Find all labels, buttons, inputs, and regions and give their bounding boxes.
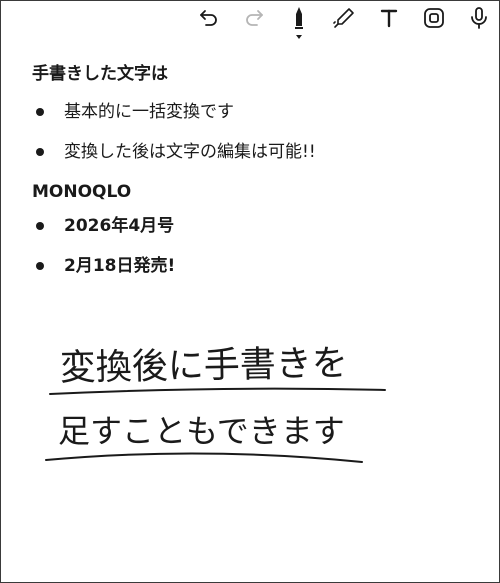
section-heading-2: MONOQLO bbox=[32, 182, 132, 202]
text-tool-button[interactable] bbox=[374, 3, 404, 33]
pencil-icon bbox=[333, 8, 354, 28]
note-content[interactable]: 手書きした文字は 基本的に一括変換です 変換した後は文字の編集は可能!! MON… bbox=[32, 60, 472, 292]
pen-icon bbox=[295, 7, 303, 29]
bullet-list-2: 2026年4月号 2月18日発売! bbox=[32, 212, 472, 292]
toolbar bbox=[179, 0, 494, 39]
text-icon bbox=[380, 9, 398, 28]
list-item: 2月18日発売! bbox=[32, 252, 472, 292]
bullet-list-1: 基本的に一括変換です 変換した後は文字の編集は可能!! bbox=[32, 98, 472, 178]
handwriting-line-1: 変換後に手書きを bbox=[59, 343, 348, 389]
lasso-icon bbox=[424, 8, 444, 28]
list-item: 変換した後は文字の編集は可能!! bbox=[32, 138, 472, 178]
pen-tool-button[interactable] bbox=[284, 3, 314, 39]
undo-button[interactable] bbox=[194, 3, 224, 33]
pencil-tool-button[interactable] bbox=[329, 3, 359, 33]
section-heading-1: 手書きした文字は bbox=[32, 64, 168, 84]
lasso-tool-button[interactable] bbox=[419, 3, 449, 33]
list-item: 基本的に一括変換です bbox=[32, 98, 472, 138]
redo-button[interactable] bbox=[239, 3, 269, 33]
redo-icon bbox=[246, 10, 263, 26]
microphone-icon bbox=[471, 7, 487, 29]
handwriting-line-2: 足すこともできます bbox=[58, 412, 345, 450]
voice-input-button[interactable] bbox=[464, 3, 494, 33]
chevron-down-icon[interactable] bbox=[296, 35, 302, 39]
list-item: 2026年4月号 bbox=[32, 212, 472, 252]
undo-icon bbox=[200, 10, 217, 26]
handwriting-area[interactable]: 変換後に手書きを 足すこともできます bbox=[40, 338, 400, 468]
